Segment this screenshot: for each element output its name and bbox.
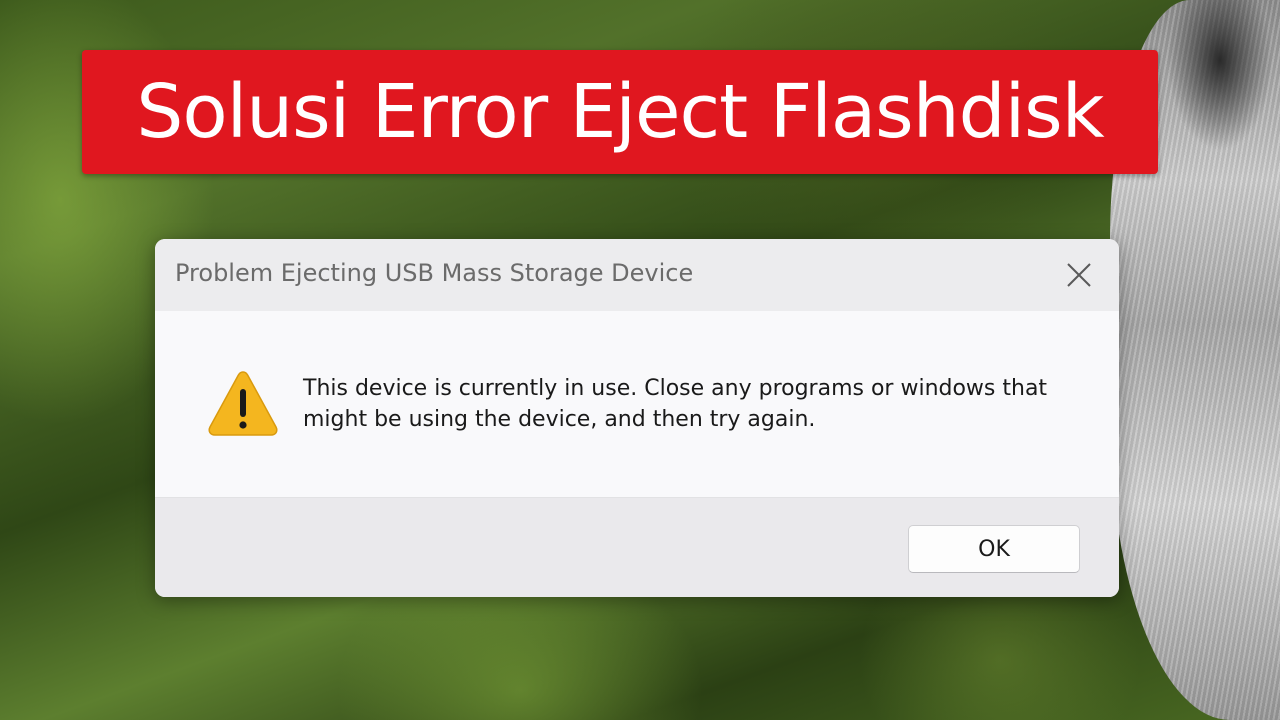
error-dialog: Problem Ejecting USB Mass Storage Device… <box>155 239 1119 597</box>
dialog-message: This device is currently in use. Close a… <box>303 376 1048 432</box>
close-button[interactable] <box>1059 255 1099 295</box>
warning-icon <box>208 371 278 436</box>
ok-button[interactable]: OK <box>908 525 1080 573</box>
close-icon <box>1067 263 1091 287</box>
dialog-title: Problem Ejecting USB Mass Storage Device <box>175 259 694 287</box>
dialog-content: This device is currently in use. Close a… <box>155 311 1119 497</box>
banner-title: Solusi Error Eject Flashdisk <box>136 69 1104 155</box>
dialog-titlebar: Problem Ejecting USB Mass Storage Device <box>155 239 1119 311</box>
title-banner: Solusi Error Eject Flashdisk <box>82 50 1158 174</box>
dialog-footer: OK <box>155 497 1119 597</box>
